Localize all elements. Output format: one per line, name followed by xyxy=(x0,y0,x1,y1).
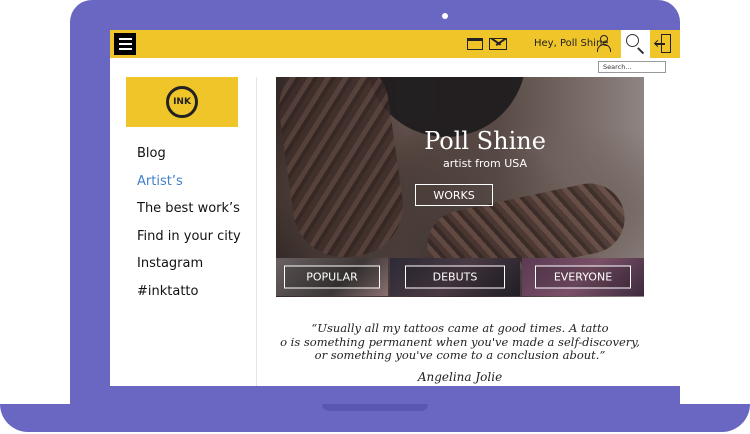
hero-banner: Poll Shine artist from USA WORKS POPULAR… xyxy=(276,77,644,297)
search-icon xyxy=(626,34,646,54)
search-button[interactable] xyxy=(621,30,650,58)
sidebar-item-artists[interactable]: Artist’s xyxy=(137,174,241,202)
sidebar-item-blog[interactable]: Blog xyxy=(137,146,241,174)
quote-line: “Usually all my tattoos came at good tim… xyxy=(311,321,609,335)
webcam-dot xyxy=(442,13,448,19)
category-label-popular: POPULAR xyxy=(284,265,380,289)
top-bar: Hey, Poll Shine xyxy=(110,30,680,58)
category-label-everyone: EVERYONE xyxy=(535,265,631,289)
sidebar-item-best-works[interactable]: The best work’s xyxy=(137,201,241,229)
sidebar-nav: Blog Artist’s The best work’s Find in yo… xyxy=(137,146,241,311)
screen: Hey, Poll Shine INK Blog Artist’s The be… xyxy=(110,30,680,386)
laptop-base-notch xyxy=(322,404,428,411)
sidebar-item-instagram[interactable]: Instagram xyxy=(137,256,241,284)
quote-author: Angelina Jolie xyxy=(417,370,503,384)
sidebar-item-find-in-city[interactable]: Find in your city xyxy=(137,229,241,257)
mail-icon[interactable] xyxy=(489,38,507,50)
quote-text: “Usually all my tattoos came at good tim… xyxy=(270,321,650,363)
folder-icon[interactable] xyxy=(467,38,483,50)
logo[interactable]: INK xyxy=(126,77,238,127)
hero-subtitle: artist from USA xyxy=(442,157,528,170)
search-input[interactable] xyxy=(598,61,666,73)
quote-line: or something you've come to a conclusion… xyxy=(314,348,606,362)
quote-line: o is something permanent when you've mad… xyxy=(280,334,640,349)
sidebar-item-inktatto[interactable]: #inktatto xyxy=(137,284,241,312)
works-button[interactable]: WORKS xyxy=(415,184,493,206)
category-tile-everyone[interactable]: EVERYONE xyxy=(522,258,644,296)
category-label-debuts: DEBUTS xyxy=(405,265,505,289)
exit-icon[interactable] xyxy=(653,34,675,54)
menu-icon[interactable] xyxy=(114,33,136,55)
category-tile-popular[interactable]: POPULAR xyxy=(276,258,388,296)
sidebar-divider xyxy=(256,77,257,386)
user-icon[interactable] xyxy=(596,35,612,53)
category-tile-debuts[interactable]: DEBUTS xyxy=(390,258,520,296)
hero-title: Poll Shine xyxy=(424,127,546,155)
logo-mark: INK xyxy=(166,86,198,118)
